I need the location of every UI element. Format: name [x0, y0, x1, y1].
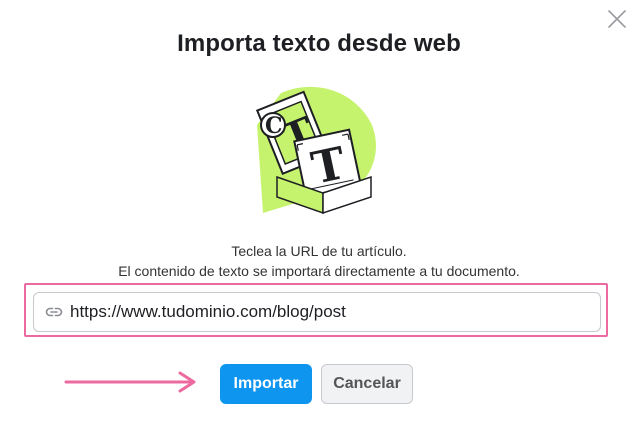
- pointer-arrow-annotation: [64, 371, 196, 393]
- url-field[interactable]: [33, 292, 601, 332]
- import-button[interactable]: Importar: [220, 364, 312, 404]
- close-button[interactable]: [606, 8, 628, 30]
- dialog-description: Teclea la URL de tu artículo. El conteni…: [0, 241, 638, 281]
- close-icon[interactable]: [606, 8, 628, 30]
- dialog-title: Importa texto desde web: [177, 30, 461, 57]
- description-line-2: El contenido de texto se importará direc…: [118, 263, 520, 279]
- import-from-web-dialog: Importa texto desde web T C T Teclea la …: [0, 0, 638, 441]
- url-input[interactable]: [70, 302, 590, 322]
- text-import-illustration: T C T: [253, 85, 383, 215]
- svg-text:C: C: [265, 113, 283, 139]
- cancel-button[interactable]: Cancelar: [321, 364, 413, 404]
- description-line-1: Teclea la URL de tu artículo.: [231, 243, 407, 259]
- link-icon: [44, 302, 64, 322]
